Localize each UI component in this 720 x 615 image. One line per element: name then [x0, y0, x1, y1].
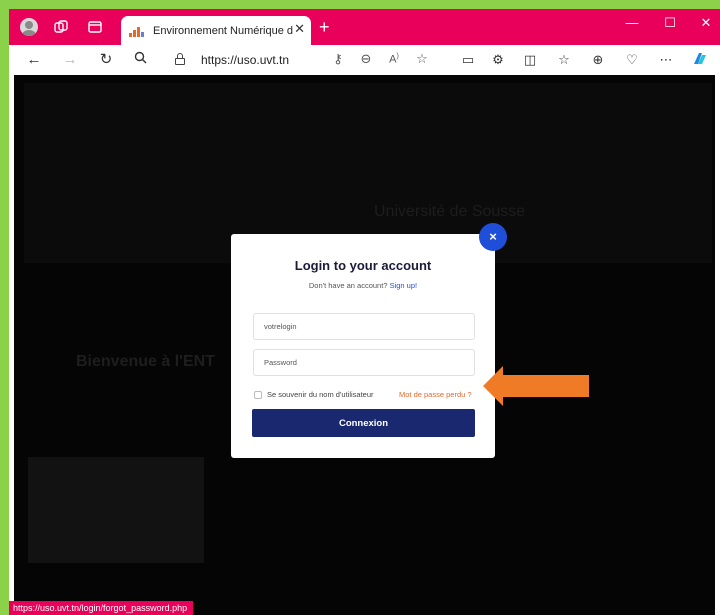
reading-view-icon[interactable]: ▭	[457, 50, 479, 70]
browser-toolbar: ← → ↻ https://uso.uvt.tn ⚷ ⊖ A) ☆ ▭ ⚙ ◫ …	[9, 45, 720, 75]
search-icon[interactable]	[129, 50, 151, 70]
favorites-icon[interactable]: ☆	[553, 50, 575, 70]
copilot-icon[interactable]	[689, 50, 711, 74]
collections-icon[interactable]: ⊕	[587, 50, 609, 70]
profile-icon[interactable]	[19, 17, 39, 37]
signup-prompt-text: Don't have an account?	[308, 281, 388, 290]
username-input[interactable]	[253, 313, 475, 340]
workspaces-icon[interactable]	[51, 17, 71, 37]
site-favicon-icon	[129, 25, 145, 37]
login-title: Login to your account	[294, 258, 432, 273]
active-tab[interactable]: Environnement Numérique de Tr ✕	[121, 16, 311, 45]
new-tab-button[interactable]: +	[319, 17, 330, 38]
connexion-button[interactable]: Connexion	[252, 409, 475, 437]
tab-title: Environnement Numérique de Tr	[153, 24, 293, 37]
extensions-icon[interactable]: ⚙	[487, 50, 509, 70]
signup-prompt: Don't have an account? Sign up!	[231, 281, 495, 290]
browser-essentials-icon[interactable]: ♡	[621, 50, 643, 70]
url-text: https://uso.uvt.tn	[201, 53, 290, 67]
key-icon[interactable]: ⚷	[329, 51, 347, 67]
more-options-icon[interactable]: ⋯	[655, 50, 677, 70]
refresh-icon[interactable]: ↻	[95, 50, 117, 70]
maximize-button[interactable]: ☐	[655, 15, 685, 31]
lock-icon[interactable]	[175, 53, 185, 65]
hero-title: Université de Sousse	[374, 203, 526, 220]
tab-actions-icon[interactable]	[85, 17, 105, 37]
back-arrow-icon[interactable]: ←	[23, 50, 45, 70]
signup-link[interactable]: Sign up!	[390, 281, 418, 290]
remember-me-label[interactable]: Se souvenir du nom d'utilisateur	[267, 390, 374, 399]
read-aloud-icon[interactable]: A)	[385, 53, 403, 66]
tab-close-icon[interactable]: ✕	[294, 21, 305, 37]
annotation-arrow	[483, 366, 589, 406]
address-bar[interactable]: https://uso.uvt.tn ⚷ ⊖ A) ☆	[169, 49, 459, 71]
password-input[interactable]	[253, 349, 475, 376]
zoom-icon[interactable]: ⊖	[357, 51, 375, 67]
forward-arrow-icon[interactable]: →	[59, 50, 81, 70]
status-bar-url: https://uso.uvt.tn/login/forgot_password…	[9, 601, 194, 615]
close-window-button[interactable]: ✕	[691, 15, 720, 31]
forgot-password-link[interactable]: Mot de passe perdu ?	[399, 390, 472, 399]
login-modal: Login to your account Don't have an acco…	[231, 234, 495, 458]
news-card-image	[28, 457, 204, 563]
star-icon[interactable]: ☆	[413, 51, 431, 67]
remember-me-checkbox[interactable]	[254, 391, 262, 399]
welcome-heading: Bienvenue à l'ENT	[76, 353, 215, 370]
modal-close-button[interactable]: ×	[479, 223, 507, 251]
split-screen-icon[interactable]: ◫	[519, 50, 541, 70]
minimize-button[interactable]: —	[617, 15, 647, 30]
title-bar: Environnement Numérique de Tr ✕ + — ☐ ✕	[9, 9, 720, 45]
